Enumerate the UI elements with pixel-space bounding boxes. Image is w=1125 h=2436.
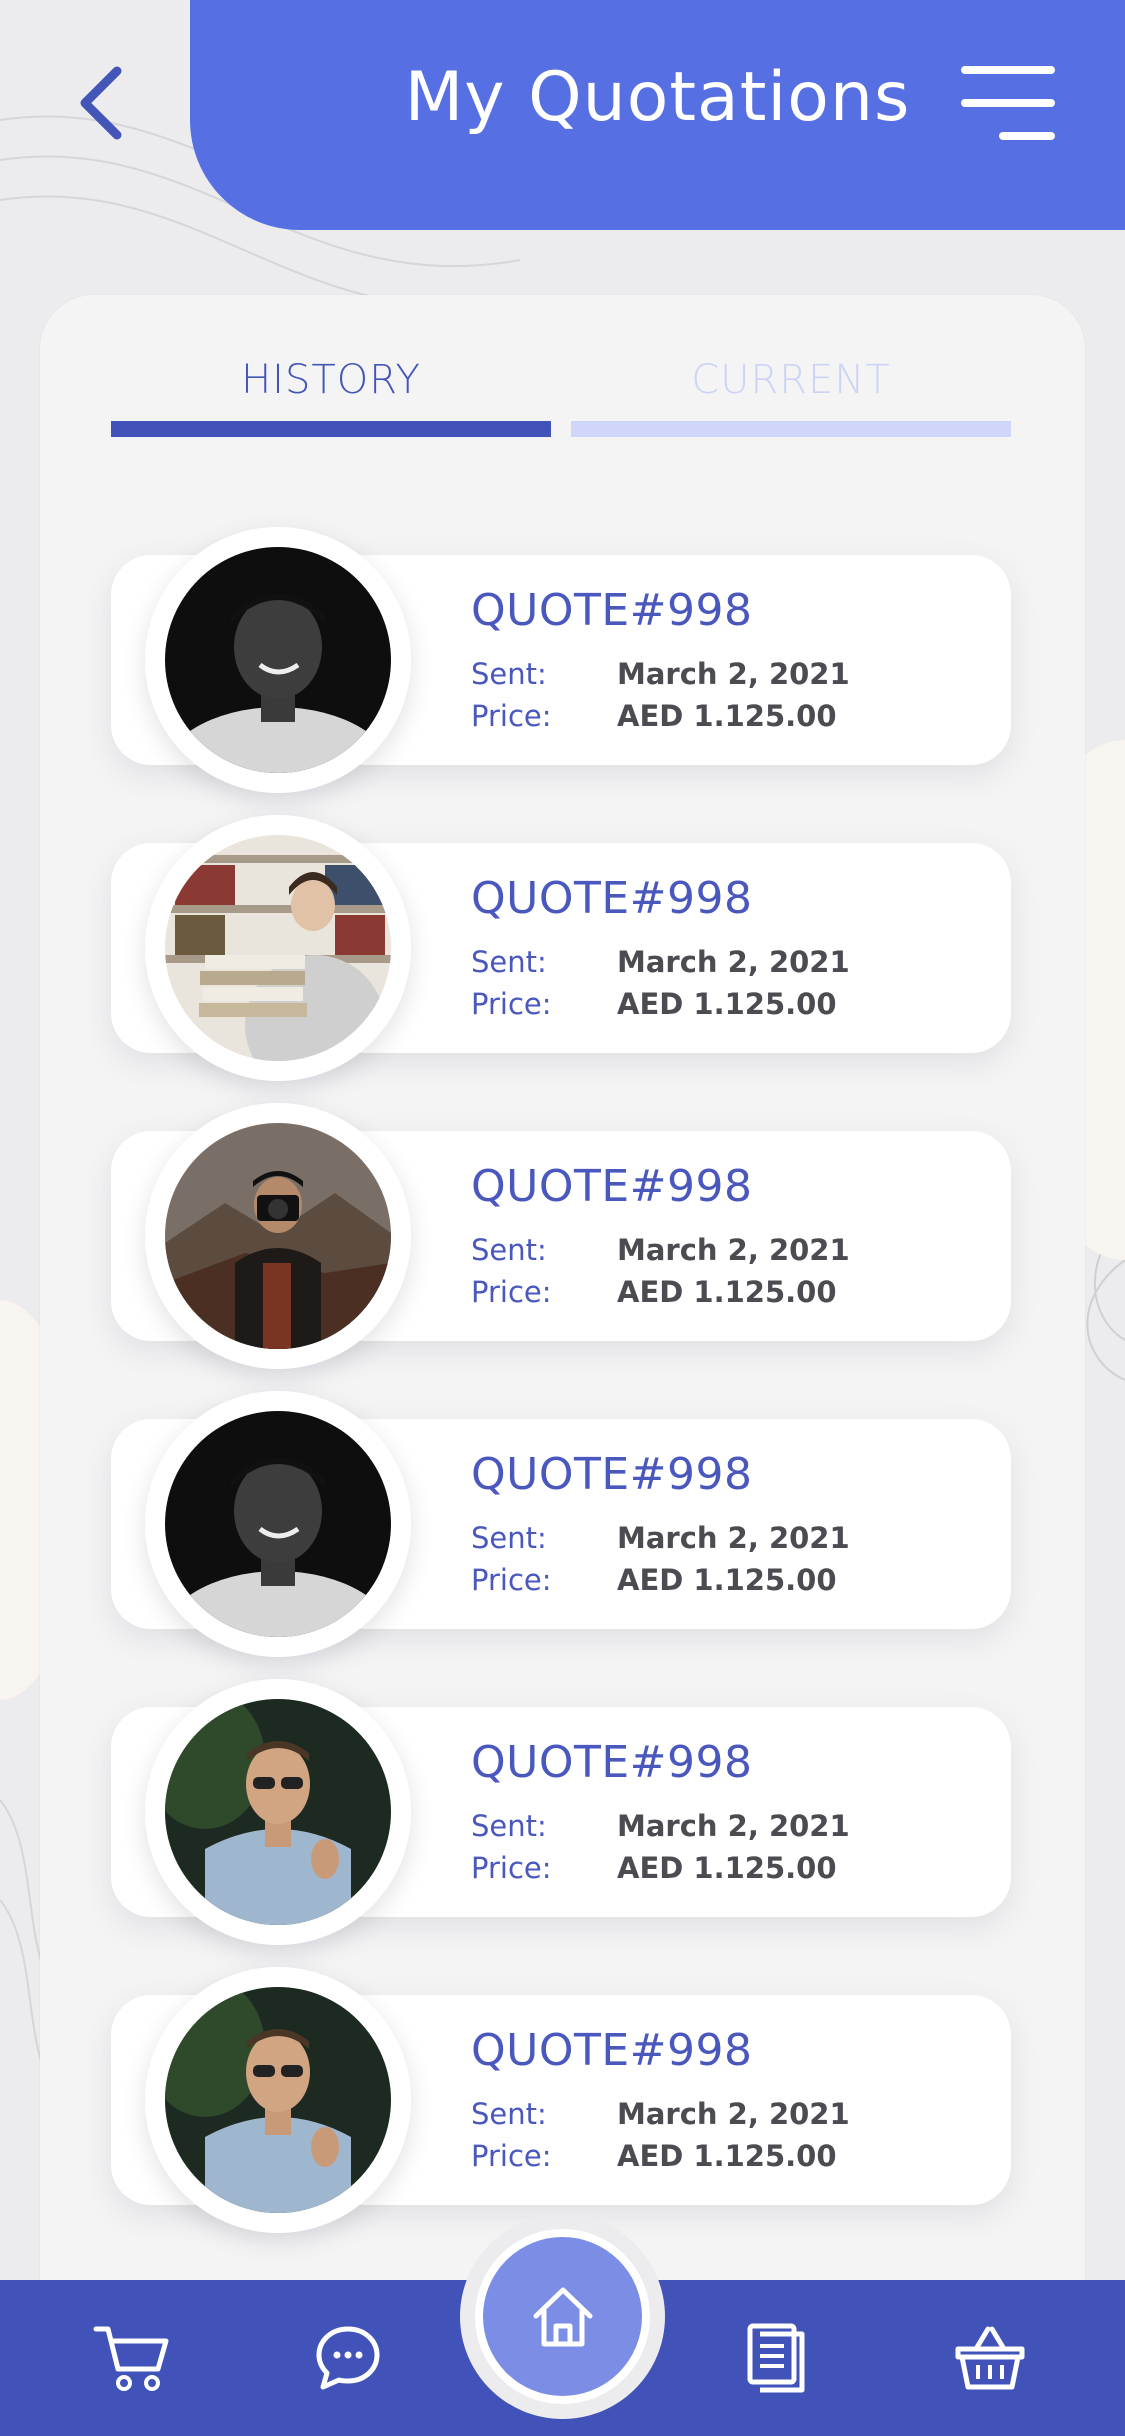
avatar-man-black-cap	[165, 1411, 391, 1637]
documents-icon	[747, 2323, 805, 2393]
price-label: Price:	[471, 1851, 552, 1885]
tab-history[interactable]: HISTORY	[111, 357, 551, 437]
price-label: Price:	[471, 2139, 552, 2173]
home-button[interactable]	[475, 2229, 650, 2404]
back-button[interactable]	[70, 62, 130, 144]
hamburger-menu-icon	[961, 66, 1055, 74]
avatar-man-sunglasses-blue-shirt	[165, 1987, 391, 2213]
sent-label: Sent:	[471, 1521, 547, 1555]
tab-current-indicator	[571, 421, 1011, 437]
sent-date: March 2, 2021	[617, 2097, 850, 2131]
hamburger-line	[999, 132, 1055, 140]
avatar-woman-books	[165, 835, 391, 1061]
sent-date: March 2, 2021	[617, 945, 850, 979]
chat-bubble-icon	[316, 2326, 380, 2390]
nav-chat-button[interactable]	[308, 2318, 388, 2398]
avatar-photographer-camera	[165, 1123, 391, 1349]
sent-label: Sent:	[471, 945, 547, 979]
quote-number: QUOTE#998	[471, 1449, 753, 1500]
avatar-ring	[145, 815, 411, 1081]
price-label: Price:	[471, 987, 552, 1021]
nav-documents-button[interactable]	[736, 2318, 816, 2398]
avatar-ring	[145, 1391, 411, 1657]
quote-number: QUOTE#998	[471, 1161, 753, 1212]
sent-date: March 2, 2021	[617, 1233, 850, 1267]
quote-number: QUOTE#998	[471, 873, 753, 924]
price-label: Price:	[471, 1563, 552, 1597]
avatar-ring	[145, 527, 411, 793]
price-value: AED 1.125.00	[617, 1275, 837, 1309]
avatar-man-black-cap	[165, 547, 391, 773]
sent-label: Sent:	[471, 657, 547, 691]
price-label: Price:	[471, 1275, 552, 1309]
chevron-left-icon	[80, 66, 122, 140]
sent-label: Sent:	[471, 1809, 547, 1843]
tab-history-indicator	[111, 421, 551, 437]
quote-number: QUOTE#998	[471, 2025, 753, 2076]
avatar-man-sunglasses-blue-shirt	[165, 1699, 391, 1925]
sent-label: Sent:	[471, 1233, 547, 1267]
sent-label: Sent:	[471, 2097, 547, 2131]
tab-bar: HISTORY CURRENT	[111, 357, 1011, 437]
cart-icon	[93, 2326, 169, 2391]
nav-cart-button[interactable]	[92, 2318, 172, 2398]
avatar-ring	[145, 1679, 411, 1945]
avatar-ring	[145, 1103, 411, 1369]
avatar-ring	[145, 1967, 411, 2233]
quote-number: QUOTE#998	[471, 585, 753, 636]
home-icon	[533, 2287, 592, 2346]
price-value: AED 1.125.00	[617, 1563, 837, 1597]
sent-date: March 2, 2021	[617, 1809, 850, 1843]
tab-history-label: HISTORY	[241, 357, 421, 403]
header-bar: My Quotations	[190, 0, 1125, 230]
price-value: AED 1.125.00	[617, 987, 837, 1021]
nav-basket-button[interactable]	[950, 2318, 1030, 2398]
quote-number: QUOTE#998	[471, 1737, 753, 1788]
sent-date: March 2, 2021	[617, 657, 850, 691]
hamburger-line	[961, 99, 1055, 107]
price-value: AED 1.125.00	[617, 699, 837, 733]
basket-icon	[955, 2326, 1025, 2390]
tab-current[interactable]: CURRENT	[571, 357, 1011, 437]
tab-current-label: CURRENT	[691, 357, 891, 403]
price-value: AED 1.125.00	[617, 1851, 837, 1885]
sent-date: March 2, 2021	[617, 1521, 850, 1555]
price-label: Price:	[471, 699, 552, 733]
menu-button[interactable]	[961, 66, 1055, 140]
price-value: AED 1.125.00	[617, 2139, 837, 2173]
